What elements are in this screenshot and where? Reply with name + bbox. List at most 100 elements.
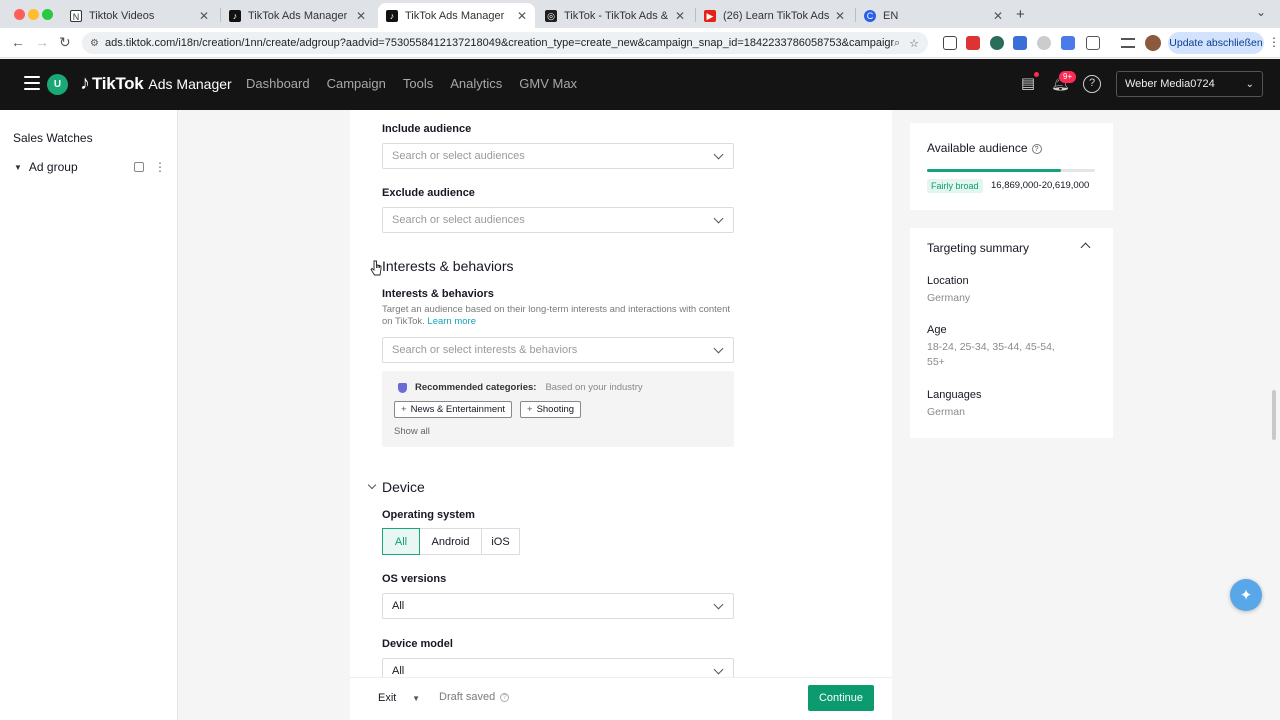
draft-saved-text: Draft saved	[439, 691, 496, 703]
os-option-ios[interactable]: iOS	[481, 528, 520, 555]
shield-icon	[398, 382, 407, 393]
extensions-puzzle-icon[interactable]	[1086, 36, 1100, 50]
grammar-extension-icon[interactable]	[990, 36, 1004, 50]
chip-label: Shooting	[536, 404, 575, 415]
nav-campaign[interactable]: Campaign	[327, 76, 386, 91]
browser-tab[interactable]: ◎ TikTok - TikTok Ads & TikTok ✕	[537, 3, 693, 28]
minimize-window-button[interactable]	[28, 9, 39, 20]
browser-tab-active[interactable]: ♪ TikTok Ads Manager ✕	[378, 3, 535, 28]
browser-tab[interactable]: ▶ (26) Learn TikTok Ads in 7min ✕	[696, 3, 853, 28]
clipboard-icon[interactable]: ▤	[1019, 75, 1037, 93]
user-avatar[interactable]: U	[47, 74, 68, 95]
nav-gmv-max[interactable]: GMV Max	[519, 76, 577, 91]
available-audience-title-text: Available audience	[927, 141, 1028, 155]
campaign-sidebar: Sales Watches ▼ Ad group ⋮	[0, 110, 178, 720]
app-header: U ♪ TikTok Ads Manager Dashboard Campaig…	[0, 59, 1280, 110]
translate-extension-icon[interactable]	[1013, 36, 1027, 50]
os-option-all[interactable]: All	[382, 528, 420, 555]
copy-icon[interactable]	[134, 162, 144, 172]
help-icon[interactable]: ?	[1083, 75, 1101, 93]
audience-size-range: 16,869,000-20,619,000	[991, 180, 1090, 191]
chevron-down-icon	[713, 599, 724, 609]
browser-tab[interactable]: C EN ✕	[856, 3, 1011, 28]
close-tab-icon[interactable]: ✕	[993, 9, 1003, 23]
chevron-down-icon	[713, 149, 724, 159]
nav-analytics[interactable]: Analytics	[450, 76, 502, 91]
tiktok-note-icon: ♪	[80, 72, 90, 94]
interests-helper-text: Target an audience based on their long-t…	[382, 304, 734, 328]
browser-tab-bar: N Tiktok Videos ✕ ♪ TikTok Ads Manager ✕…	[0, 0, 1280, 28]
screen-capture-extension-icon[interactable]	[943, 36, 957, 50]
zoom-icon[interactable]: ⌕	[894, 37, 900, 50]
sidebar-item-ad-group[interactable]: ▼ Ad group ⋮	[6, 156, 172, 178]
close-tab-icon[interactable]: ✕	[517, 9, 527, 23]
tab-title: Tiktok Videos	[89, 9, 155, 22]
recommended-header: Recommended categories: Based on your in…	[398, 382, 643, 393]
logo-brand: TikTok	[92, 73, 144, 93]
tiktok-icon: ♪	[386, 9, 398, 22]
os-versions-select[interactable]: All	[382, 593, 734, 619]
hamburger-menu-icon[interactable]	[24, 76, 40, 90]
continue-button[interactable]: Continue	[808, 685, 874, 711]
exit-label: Exit	[378, 692, 397, 704]
interests-section-title[interactable]: Interests & behaviors	[382, 258, 514, 274]
include-audience-select[interactable]: Search or select audiences	[382, 143, 734, 169]
interests-select[interactable]: Search or select interests & behaviors	[382, 337, 734, 363]
browser-tab[interactable]: N Tiktok Videos ✕	[62, 3, 217, 28]
nav-tools[interactable]: Tools	[403, 76, 433, 91]
notion-icon: N	[70, 9, 82, 22]
adblock-extension-icon[interactable]	[966, 36, 980, 50]
profile-avatar[interactable]	[1145, 35, 1161, 51]
extension-icon[interactable]	[1037, 36, 1051, 50]
learn-more-link[interactable]: Learn more	[427, 316, 476, 327]
recommended-subtitle: Based on your industry	[545, 382, 643, 393]
new-tab-icon[interactable]: +	[1016, 6, 1025, 23]
ai-assistant-button[interactable]: ✦	[1230, 579, 1262, 611]
close-window-button[interactable]	[14, 9, 25, 20]
tab-title: (26) Learn TikTok Ads in 7min	[723, 9, 829, 22]
account-selector[interactable]: Weber Media0724 ⌄	[1116, 71, 1263, 97]
exit-button[interactable]: Exit ▼	[368, 686, 428, 710]
close-tab-icon[interactable]: ✕	[356, 9, 366, 23]
chevron-down-icon	[713, 213, 724, 223]
browser-menu-icon[interactable]: ⋮	[1268, 35, 1280, 49]
more-options-icon[interactable]: ⋮	[154, 160, 166, 174]
account-name: Weber Media0724	[1125, 78, 1215, 90]
close-tab-icon[interactable]: ✕	[675, 9, 685, 23]
nav-dashboard[interactable]: Dashboard	[246, 76, 310, 91]
os-option-android[interactable]: Android	[419, 528, 482, 555]
exclude-audience-select[interactable]: Search or select audiences	[382, 207, 734, 233]
chevron-down-icon[interactable]: ▼	[412, 694, 420, 703]
reading-list-icon[interactable]	[1121, 38, 1135, 48]
back-icon[interactable]: ←	[11, 34, 25, 50]
url-text[interactable]: ads.tiktok.com/i18n/creation/1nn/create/…	[105, 37, 894, 49]
category-chip[interactable]: + Shooting	[520, 401, 582, 418]
page-scrollbar[interactable]	[1272, 390, 1276, 440]
help-icon[interactable]: ?	[500, 692, 510, 702]
maximize-window-button[interactable]	[42, 9, 53, 20]
plus-icon: +	[527, 404, 533, 415]
bookmark-star-icon[interactable]: ☆	[909, 37, 919, 50]
campaign-name[interactable]: Sales Watches	[13, 131, 93, 145]
category-chip[interactable]: + News & Entertainment	[394, 401, 513, 418]
forward-icon[interactable]: →	[35, 34, 49, 50]
chevron-up-icon[interactable]	[1080, 242, 1091, 253]
caret-down-icon[interactable]: ▼	[14, 163, 22, 172]
info-icon[interactable]: ?	[1031, 144, 1042, 154]
tab-title: TikTok - TikTok Ads & TikTok	[564, 9, 669, 22]
address-bar[interactable]: ⚙ ads.tiktok.com/i18n/creation/1nn/creat…	[82, 32, 928, 54]
update-browser-button[interactable]: Update abschließen	[1168, 32, 1264, 54]
site-info-icon[interactable]: ⚙	[90, 38, 99, 49]
c-icon: C	[864, 9, 876, 22]
browser-tab[interactable]: ♪ TikTok Ads Manager ✕	[221, 3, 374, 28]
chevron-down-icon: ⌄	[1245, 78, 1254, 90]
targeting-summary-card: Targeting summary Location Germany Age 1…	[910, 228, 1113, 438]
show-all-link[interactable]: Show all	[394, 426, 430, 437]
vpn-extension-icon[interactable]	[1061, 36, 1075, 50]
close-tab-icon[interactable]: ✕	[835, 9, 845, 23]
tab-search-icon[interactable]: ⌄	[1256, 5, 1266, 19]
reload-icon[interactable]: ↻	[59, 34, 71, 51]
device-section-title[interactable]: Device	[382, 479, 425, 495]
close-tab-icon[interactable]: ✕	[199, 9, 209, 23]
tiktok-ads-logo[interactable]: ♪ TikTok Ads Manager	[80, 72, 232, 95]
